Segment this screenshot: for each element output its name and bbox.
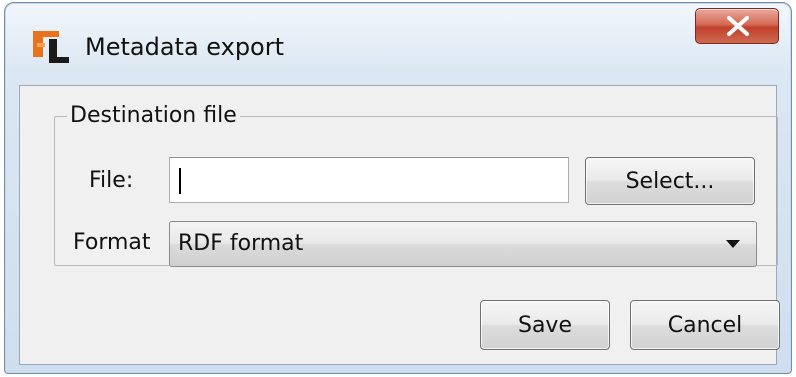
file-path-input[interactable] [169,157,569,203]
jabref-app-icon [31,27,71,67]
format-label: Format [73,230,151,255]
title-bar[interactable]: Metadata export [5,3,791,85]
select-file-button[interactable]: Select... [585,157,755,205]
format-selected-value: RDF format [178,231,304,256]
format-dropdown[interactable]: RDF format [169,221,757,267]
dialog-window: Metadata export Destination file File: S… [4,2,792,374]
close-button[interactable] [695,8,779,44]
close-icon [727,16,749,36]
destination-file-legend: Destination file [67,103,240,129]
save-button[interactable]: Save [480,300,610,350]
file-label: File: [89,168,134,193]
cancel-button[interactable]: Cancel [630,300,780,350]
text-caret [179,168,181,194]
chevron-down-icon [726,240,740,248]
dialog-content: Destination file File: Select... Format … [19,85,780,365]
window-title: Metadata export [85,33,285,61]
destination-file-group: Destination file File: Select... Format … [54,103,778,267]
